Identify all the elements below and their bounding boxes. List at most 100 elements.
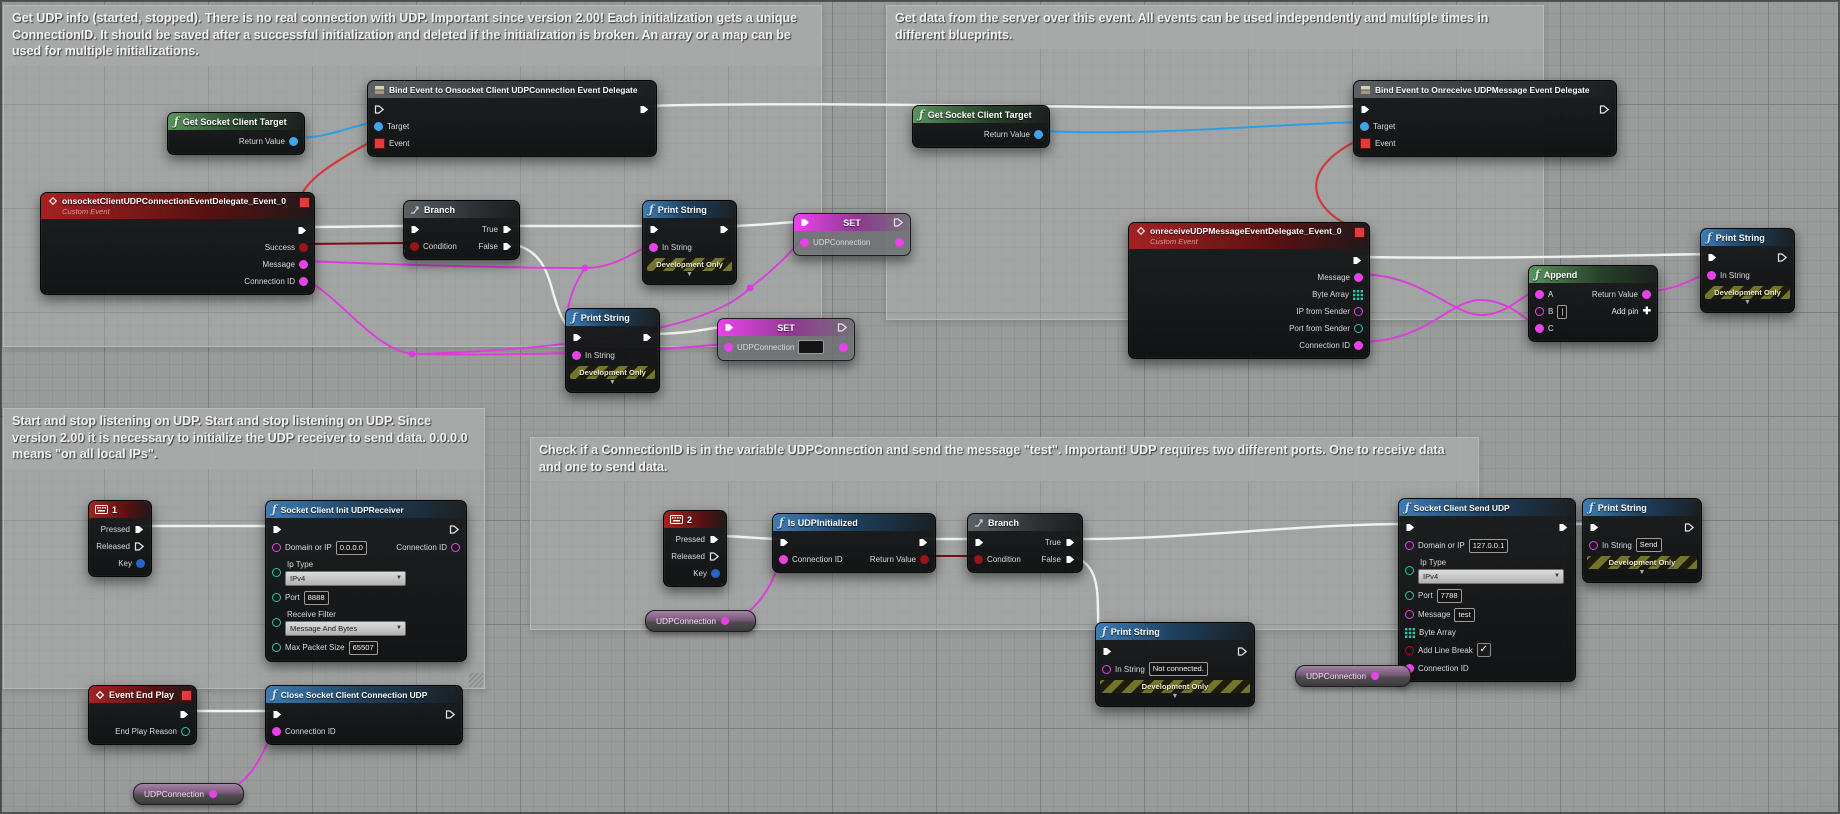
variable-pill-udpconnection-1[interactable]: UDPConnection: [133, 783, 244, 805]
domain-or-ip-input[interactable]: 0.0.0.0: [336, 541, 367, 555]
return-value-pin[interactable]: [1642, 290, 1651, 299]
exec-in-pin[interactable]: [410, 224, 421, 235]
port-input[interactable]: 7788: [1437, 589, 1462, 603]
exec-out-pin[interactable]: [297, 225, 308, 236]
client-connection-id-pin[interactable]: [299, 277, 308, 286]
exec-in-pin[interactable]: [1102, 646, 1113, 657]
domain-or-ip-pin[interactable]: [272, 543, 281, 552]
message-pin[interactable]: [1405, 610, 1414, 619]
return-value-pin[interactable]: [1034, 130, 1043, 139]
port-pin[interactable]: [272, 593, 281, 602]
collapse-arrow-icon[interactable]: [566, 379, 659, 388]
variable-out-pin[interactable]: [1371, 672, 1379, 680]
message-pin[interactable]: [1354, 273, 1363, 282]
connection-id-pin[interactable]: [779, 555, 788, 564]
in-string-input[interactable]: Send: [1636, 538, 1662, 552]
exec-out-pin[interactable]: [1777, 252, 1788, 263]
node-branch-1[interactable]: Branch True Condition False: [403, 200, 520, 260]
port-input[interactable]: 8888: [304, 591, 329, 605]
in-string-pin[interactable]: [649, 243, 658, 252]
false-exec-pin[interactable]: [502, 241, 513, 252]
exec-out-pin[interactable]: [1684, 522, 1695, 533]
node-key-event-2[interactable]: 2 Pressed Released Key: [663, 510, 727, 587]
exec-out-pin[interactable]: [1558, 522, 1569, 533]
append-b-value-input[interactable]: |: [1557, 305, 1567, 319]
collapse-arrow-icon[interactable]: [643, 271, 736, 280]
node-key-event-1[interactable]: 1 Pressed Released Key: [88, 500, 152, 577]
variable-pill-udpconnection-2[interactable]: UDPConnection: [645, 610, 756, 632]
exec-out-pin[interactable]: [445, 709, 456, 720]
condition-pin[interactable]: [410, 242, 419, 251]
domain-or-ip-pin[interactable]: [1405, 541, 1414, 550]
exec-in-pin[interactable]: [724, 322, 735, 333]
exec-in-pin[interactable]: [1360, 104, 1371, 115]
node-is-udp-initialized[interactable]: ƒIs UDPInitialized Connection ID Return …: [772, 513, 936, 573]
pressed-exec-pin[interactable]: [709, 534, 720, 545]
udpconnection-in-pin[interactable]: [724, 343, 733, 352]
node-print-string-not-connected[interactable]: ƒPrint String In StringNot connected. De…: [1095, 622, 1255, 707]
comment-resize-handle[interactable]: [469, 673, 483, 687]
receive-filter-dropdown[interactable]: Message And Bytes: [285, 621, 406, 636]
ip-from-sender-pin[interactable]: [1354, 307, 1363, 316]
collapse-arrow-icon[interactable]: [1583, 569, 1701, 578]
message-input[interactable]: test: [1454, 608, 1474, 622]
exec-out-pin[interactable]: [642, 332, 653, 343]
ip-type-pin[interactable]: [272, 568, 281, 577]
true-exec-pin[interactable]: [502, 224, 513, 235]
udpconnection-out-pin[interactable]: [895, 238, 904, 247]
released-exec-pin[interactable]: [709, 551, 720, 562]
node-event-end-play[interactable]: Event End Play End Play Reason: [88, 685, 197, 745]
event-delegate-pin[interactable]: [374, 138, 385, 149]
append-c-pin[interactable]: [1535, 324, 1544, 333]
return-value-pin[interactable]: [289, 137, 298, 146]
variable-pill-udpconnection-3[interactable]: UDPConnection: [1295, 665, 1411, 687]
client-connection-id-pin[interactable]: [1354, 341, 1363, 350]
node-bind-event-udp-message[interactable]: Bind Event to Onreceive UDPMessage Event…: [1353, 80, 1617, 157]
append-b-pin[interactable]: [1535, 307, 1544, 316]
exec-in-pin[interactable]: [1405, 522, 1416, 533]
exec-in-pin[interactable]: [800, 217, 811, 228]
receive-filter-pin[interactable]: [272, 618, 281, 627]
exec-in-pin[interactable]: [779, 537, 790, 548]
true-exec-pin[interactable]: [1065, 537, 1076, 548]
variable-out-pin[interactable]: [209, 790, 217, 798]
end-play-reason-pin[interactable]: [181, 727, 190, 736]
exec-out-pin[interactable]: [837, 322, 848, 333]
add-line-break-pin[interactable]: [1405, 646, 1414, 655]
exec-out-pin[interactable]: [918, 537, 929, 548]
event-delegate-pin[interactable]: [1360, 138, 1371, 149]
exec-in-pin[interactable]: [1707, 252, 1718, 263]
exec-out-pin[interactable]: [1237, 646, 1248, 657]
false-exec-pin[interactable]: [1065, 554, 1076, 565]
ip-type-dropdown[interactable]: IPv4: [285, 571, 406, 586]
node-set-udpconnection-1[interactable]: SET UDPConnection: [793, 213, 911, 256]
released-exec-pin[interactable]: [134, 541, 145, 552]
exec-in-pin[interactable]: [1589, 522, 1600, 533]
delegate-square-pin[interactable]: [181, 690, 192, 701]
in-string-input[interactable]: Not connected.: [1149, 662, 1208, 676]
exec-in-pin[interactable]: [272, 524, 283, 535]
byte-array-pin[interactable]: [1405, 628, 1415, 638]
port-pin[interactable]: [1405, 591, 1414, 600]
exec-out-pin[interactable]: [449, 524, 460, 535]
exec-out-pin[interactable]: [1599, 104, 1610, 115]
exec-out-pin[interactable]: [1352, 255, 1363, 266]
node-socket-client-init-udp-receiver[interactable]: ƒSocket Client Init UDPReceiver Domain o…: [265, 500, 467, 662]
collapse-arrow-icon[interactable]: [1096, 693, 1254, 702]
connection-id-out-pin[interactable]: [451, 543, 460, 552]
return-value-pin[interactable]: [920, 555, 929, 564]
port-from-sender-pin[interactable]: [1354, 324, 1363, 333]
node-print-string-2[interactable]: ƒPrint String In String Development Only: [565, 308, 660, 393]
delegate-square-pin[interactable]: [299, 197, 310, 208]
udpconnection-value-input[interactable]: [798, 340, 824, 354]
max-packet-size-input[interactable]: 65507: [349, 641, 378, 655]
node-close-socket-client-connection[interactable]: ƒClose Socket Client Connection UDP Conn…: [265, 685, 463, 745]
exec-out-pin[interactable]: [179, 709, 190, 720]
node-get-socket-client-target-1[interactable]: ƒGet Socket Client Target Return Value: [167, 112, 305, 155]
connection-id-pin[interactable]: [272, 727, 281, 736]
exec-in-pin[interactable]: [272, 709, 283, 720]
add-pin-icon[interactable]: ✚: [1643, 306, 1651, 317]
key-pin[interactable]: [711, 569, 720, 578]
exec-in-pin[interactable]: [572, 332, 583, 343]
in-string-pin[interactable]: [1102, 665, 1111, 674]
